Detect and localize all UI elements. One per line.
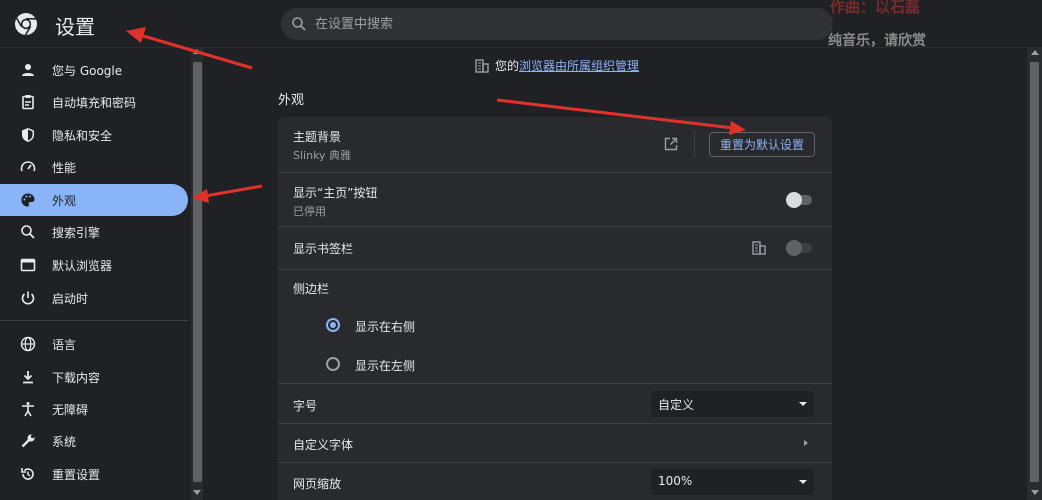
home-button-toggle[interactable] [786,192,812,208]
sidebar-item-search-engine[interactable]: 搜索引擎 [0,216,188,248]
reset-theme-button[interactable]: 重置为默认设置 [709,132,815,157]
sidebar-item-label: 系统 [52,434,77,449]
dropdown-arrow-icon [799,480,807,484]
custom-fonts-row[interactable]: 自定义字体 [278,423,832,462]
side-panel-right-label[interactable]: 显示在右侧 [355,318,415,335]
top-bar: 设置 作曲：以石磊 纯音乐，请欣赏 [0,0,1042,49]
sidebar-item-label: 无障碍 [52,402,89,417]
speedometer-icon [20,161,36,172]
bookmarks-bar-toggle[interactable] [786,240,812,256]
managed-link[interactable]: 浏览器由所属组织管理 [519,59,639,73]
font-size-value: 自定义 [658,398,695,412]
main-scrollbar-thumb[interactable] [1030,62,1039,482]
scroll-down-arrow-icon[interactable] [193,490,201,495]
side-panel-left-radio[interactable] [326,357,340,371]
side-panel-label: 侧边栏 [293,282,330,296]
wrench-icon [21,434,35,448]
home-button-status: 已停用 [293,205,326,218]
sidebar-item-appearance[interactable]: 外观 [0,184,188,216]
chrome-logo-icon [15,13,37,36]
sidebar-item-autofill[interactable]: 自动填充和密码 [0,86,188,118]
globe-icon [20,336,36,352]
accessibility-icon [22,402,34,417]
scroll-up-arrow-icon[interactable] [193,49,201,54]
sidebar-item-label: 搜索引擎 [52,225,101,240]
reset-icon [21,468,34,480]
building-icon [475,58,489,73]
theme-label: 主题背景 [293,130,342,144]
sidebar-scrollbar-thumb[interactable] [193,62,202,482]
sidebar-item-on-startup[interactable]: 启动时 [0,282,188,314]
font-size-select[interactable]: 自定义 [651,391,814,417]
sidebar-item-label: 自动填充和密码 [52,95,137,110]
page-title: 设置 [55,15,95,39]
sidebar-item-default-browser[interactable]: 默认浏览器 [0,249,188,281]
page-zoom-value: 100% [658,474,693,488]
sidebar-item-label: 性能 [52,160,77,175]
font-size-label: 字号 [293,399,318,413]
watermark-line-1: 作曲：以石磊 [830,0,921,16]
power-icon [21,291,35,305]
sidebar-item-reset[interactable]: 重置设置 [0,458,188,490]
person-icon [22,64,34,76]
theme-value: Slinky 典雅 [293,149,352,162]
sidebar-item-label: 启动时 [52,291,89,306]
home-button-row[interactable]: 显示“主页”按钮 已停用 [278,172,832,226]
sidebar-item-label: 外观 [52,193,77,208]
sidebar-divider [0,320,188,321]
download-icon [23,371,33,384]
bookmarks-bar-row[interactable]: 显示书签栏 [278,226,832,269]
side-panel-row: 侧边栏 显示在右侧 显示在左侧 [278,269,832,383]
sidebar-item-languages[interactable]: 语言 [0,328,188,360]
sidebar-item-label: 隐私和安全 [52,128,113,143]
page-zoom-row: 网页缩放 100% [278,462,832,500]
toggle-knob [786,192,802,208]
divider [694,131,695,157]
theme-row: 主题背景 Slinky 典雅 重置为默认设置 [278,117,832,172]
scroll-up-arrow-icon[interactable] [1031,50,1039,55]
scroll-down-arrow-icon[interactable] [1031,490,1039,495]
enterprise-policy-icon [752,241,766,255]
toggle-knob [786,240,802,256]
watermark-line-2: 纯音乐，请欣赏 [828,33,926,49]
sidebar-item-label: 默认浏览器 [52,258,113,273]
appearance-card: 主题背景 Slinky 典雅 重置为默认设置 显示“主页”按钮 已停用 显示书签… [278,117,832,500]
sidebar-item-you-and-google[interactable]: 您与 Google [0,54,188,86]
sidebar-item-label: 重置设置 [52,467,101,482]
chevron-right-icon [804,440,808,446]
palette-icon [21,193,35,207]
sidebar-item-label: 语言 [52,337,77,352]
font-size-row: 字号 自定义 [278,383,832,423]
page-zoom-label: 网页缩放 [293,477,342,491]
sidebar-item-privacy[interactable]: 隐私和安全 [0,119,188,151]
home-button-label: 显示“主页”按钮 [293,186,378,200]
managed-notice: 您的浏览器由所属组织管理 [475,57,639,74]
sidebar-item-label: 下载内容 [52,370,101,385]
sidebar-item-downloads[interactable]: 下载内容 [0,361,188,393]
sidebar: 您与 Google 自动填充和密码 隐私和安全 性能 外观 搜索引擎 默认浏览器… [0,48,191,500]
search-icon [292,17,306,31]
search-input[interactable] [315,8,815,40]
search-icon [21,225,35,239]
sidebar-item-label: 您与 Google [52,63,123,78]
page-zoom-select[interactable]: 100% [651,469,814,495]
shield-icon [22,128,34,142]
open-in-new-icon[interactable] [664,137,678,151]
managed-prefix: 您的 [495,59,520,73]
section-title: 外观 [278,93,305,108]
sidebar-item-performance[interactable]: 性能 [0,151,188,183]
side-panel-left-label[interactable]: 显示在左侧 [355,357,415,374]
custom-fonts-label: 自定义字体 [293,438,354,452]
bookmarks-bar-label: 显示书签栏 [293,242,354,256]
browser-icon [20,258,36,272]
sidebar-item-accessibility[interactable]: 无障碍 [0,393,188,425]
search-box[interactable] [281,8,833,40]
clipboard-icon [22,95,34,110]
sidebar-item-system[interactable]: 系统 [0,425,188,457]
dropdown-arrow-icon [799,402,807,406]
side-panel-right-radio[interactable] [326,318,340,332]
